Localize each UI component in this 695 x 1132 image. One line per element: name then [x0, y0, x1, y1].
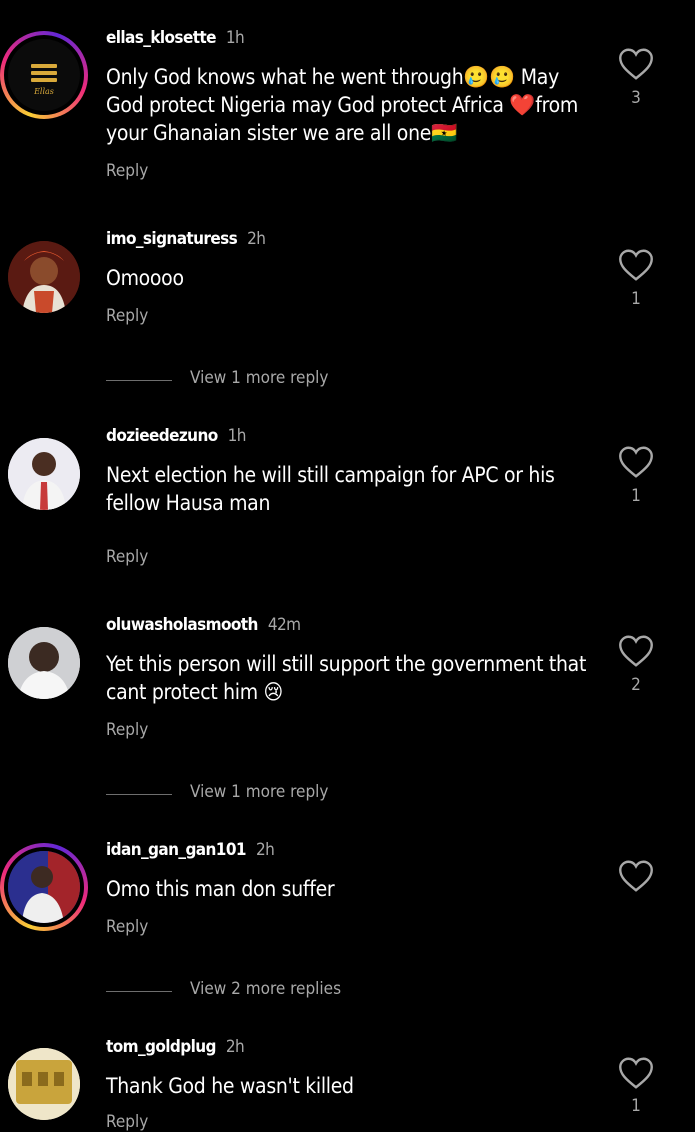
avatar[interactable]: [8, 241, 80, 313]
heart-icon[interactable]: [618, 445, 654, 479]
username-text[interactable]: idan_gan_gan101: [106, 840, 247, 860]
username-text[interactable]: ellas_klosette: [106, 28, 217, 48]
username-text[interactable]: imo_signaturess: [106, 229, 238, 249]
comment-username[interactable]: idan_gan_gan101 2h: [106, 840, 275, 860]
comment-text: Thank God he wasn't killed: [106, 1074, 354, 1098]
comment-time: 1h: [227, 426, 247, 446]
comment-username[interactable]: tom_goldplug 2h: [106, 1037, 245, 1057]
comment-time: 2h: [255, 840, 275, 860]
heart-icon[interactable]: [618, 47, 654, 81]
reply-button[interactable]: Reply: [106, 547, 148, 567]
heart-icon[interactable]: [618, 248, 654, 282]
view-more-divider: [106, 380, 172, 381]
comment-text: Omoooo: [106, 266, 184, 290]
username-text[interactable]: tom_goldplug: [106, 1037, 216, 1057]
like-count: 1: [631, 289, 641, 309]
view-more-replies[interactable]: View 2 more replies: [106, 979, 506, 1003]
avatar-story-ring[interactable]: [0, 843, 88, 931]
comment-username[interactable]: dozieedezuno 1h: [106, 426, 247, 446]
view-more-label[interactable]: View 1 more reply: [190, 368, 328, 388]
comment-text: Omo this man don suffer: [106, 877, 335, 901]
comment-time: 42m: [267, 615, 301, 635]
view-more-label[interactable]: View 2 more replies: [190, 979, 341, 999]
comment-username[interactable]: imo_signaturess 2h: [106, 229, 266, 249]
comment-time: 2h: [247, 229, 266, 249]
username-text[interactable]: oluwasholasmooth: [106, 615, 258, 635]
view-more-divider: [106, 794, 172, 795]
comment-text: Yet this person will still support the g…: [106, 652, 587, 704]
reply-button[interactable]: Reply: [106, 917, 148, 937]
avatar-story-ring[interactable]: Ellas: [0, 31, 88, 119]
avatar: [8, 851, 80, 923]
avatar[interactable]: [8, 1048, 80, 1120]
reply-button[interactable]: Reply: [106, 306, 148, 326]
comment-time: 2h: [225, 1037, 245, 1057]
comment-time: 1h: [225, 28, 245, 48]
view-more-replies[interactable]: View 1 more reply: [106, 368, 506, 392]
heart-icon[interactable]: [618, 1056, 654, 1090]
view-more-label[interactable]: View 1 more reply: [190, 782, 328, 802]
like-count: 2: [631, 675, 641, 695]
reply-button[interactable]: Reply: [106, 720, 148, 740]
reply-button[interactable]: Reply: [106, 1112, 148, 1132]
comment-username[interactable]: oluwasholasmooth 42m: [106, 615, 301, 635]
username-text[interactable]: dozieedezuno: [106, 426, 218, 446]
view-more-divider: [106, 991, 172, 992]
comment-username[interactable]: ellas_klosette 1h: [106, 28, 245, 48]
like-count: 3: [631, 88, 641, 108]
reply-button[interactable]: Reply: [106, 161, 148, 181]
like-count: 1: [631, 1096, 641, 1116]
heart-icon[interactable]: [618, 859, 654, 893]
comment-text: Only God knows what he went through🥲🥲 Ma…: [106, 65, 578, 145]
avatar[interactable]: [8, 627, 80, 699]
avatar: Ellas: [8, 39, 80, 111]
view-more-replies[interactable]: View 1 more reply: [106, 782, 506, 806]
avatar[interactable]: [8, 438, 80, 510]
avatar-logo-text: Ellas: [33, 87, 54, 96]
like-count: 1: [631, 486, 641, 506]
comment-text: Next election he will still campaign for…: [106, 463, 555, 515]
heart-icon[interactable]: [618, 634, 654, 668]
